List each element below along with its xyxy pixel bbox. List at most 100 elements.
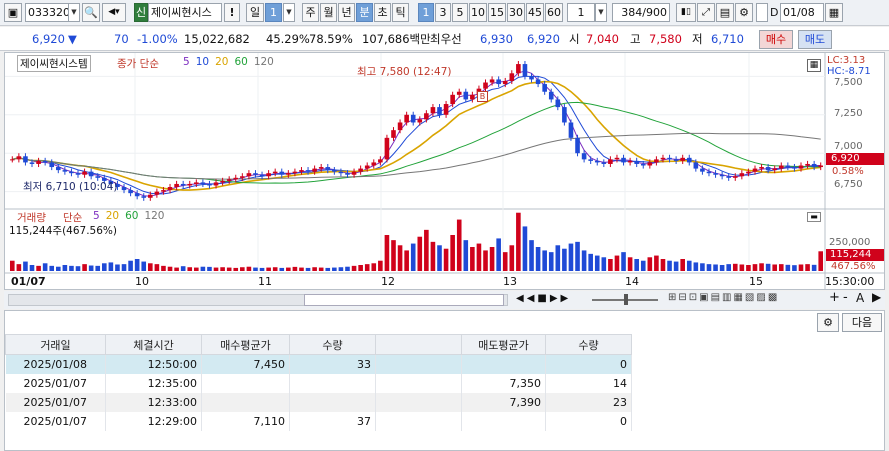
code-dropdown-icon[interactable]: ▼ bbox=[68, 3, 80, 22]
table-cell: 2025/01/07 bbox=[5, 373, 106, 393]
volume-bar bbox=[798, 264, 804, 271]
scroll-thumb[interactable] bbox=[304, 294, 504, 306]
col-header-1[interactable]: 체결시간 bbox=[105, 334, 202, 355]
table-cell: 0 bbox=[545, 411, 632, 431]
candle bbox=[456, 91, 462, 95]
count-dropdown-icon[interactable]: ▼ bbox=[595, 3, 607, 22]
period-button-5[interactable]: 틱 bbox=[392, 3, 409, 22]
window-icon[interactable]: ▣ bbox=[4, 3, 22, 22]
candle bbox=[417, 119, 423, 123]
candle bbox=[55, 167, 61, 171]
volume-bar bbox=[108, 262, 114, 271]
candle bbox=[82, 171, 87, 175]
period-button-1[interactable]: 월 bbox=[320, 3, 337, 22]
candle bbox=[240, 176, 245, 178]
table-row[interactable]: 2025/01/07 12:33:00 7,390 23 bbox=[5, 392, 632, 412]
sound-icon[interactable]: ◀▾ bbox=[102, 3, 126, 22]
low-annotation: 최저 6,710 (10:04) bbox=[23, 181, 118, 193]
interval-button-1[interactable]: 3 bbox=[435, 3, 451, 22]
stock-code-input[interactable]: 033320 bbox=[25, 3, 69, 22]
table-view-icon[interactable]: ▦ bbox=[807, 59, 821, 72]
candle bbox=[542, 84, 547, 92]
trend-icon[interactable]: ⤢ bbox=[697, 3, 715, 22]
period-day[interactable]: 일 bbox=[246, 3, 264, 22]
interval-button-4[interactable]: 15 bbox=[488, 3, 506, 22]
period-value[interactable]: 1 bbox=[265, 3, 282, 22]
gear-icon[interactable]: ⚙ bbox=[735, 3, 753, 22]
volume-bar bbox=[713, 264, 718, 271]
col-header-6[interactable]: 수량 bbox=[545, 334, 632, 355]
scroll-right-icon[interactable]: ▶ bbox=[872, 290, 881, 304]
volume-bar bbox=[634, 259, 639, 271]
period-button-0[interactable]: 주 bbox=[302, 3, 319, 22]
table-row[interactable]: 2025/01/07 12:29:00 7,110 37 0 bbox=[5, 411, 632, 431]
col-header-5[interactable]: 매도평균가 bbox=[461, 334, 546, 355]
candle-icon[interactable]: ▮▯ bbox=[676, 3, 696, 22]
calendar-icon[interactable]: ▦ bbox=[825, 3, 843, 22]
save-icon[interactable]: ▤ bbox=[716, 3, 734, 22]
candle bbox=[312, 168, 317, 172]
volume-bar bbox=[259, 267, 265, 271]
col-header-2[interactable]: 매수평균가 bbox=[201, 334, 290, 355]
volume-bar bbox=[732, 263, 738, 271]
best-ask: 6,930 bbox=[480, 32, 513, 46]
next-button[interactable]: 다음 bbox=[842, 313, 882, 332]
period-button-2[interactable]: 년 bbox=[338, 3, 355, 22]
drawing-tools[interactable]: ⊞⊟⊡▣▤▥▦▧▨▩ bbox=[668, 292, 779, 303]
interval-button-6[interactable]: 45 bbox=[526, 3, 544, 22]
col-header-3[interactable]: 수량 bbox=[289, 334, 376, 355]
period-button-4[interactable]: 초 bbox=[374, 3, 391, 22]
panel-settings-icon[interactable]: ⚙ bbox=[817, 313, 839, 332]
volume-bar bbox=[272, 267, 278, 271]
search-icon[interactable]: 🔍 bbox=[82, 3, 100, 22]
volume-bar bbox=[95, 265, 101, 271]
volume-bar bbox=[424, 229, 429, 271]
volume-bar bbox=[489, 247, 495, 271]
sell-button[interactable]: 매도 bbox=[798, 30, 832, 49]
zoom-out-button[interactable]: - bbox=[843, 290, 848, 305]
price-tick-1: 7,250 bbox=[834, 108, 863, 119]
date-checkbox[interactable] bbox=[756, 3, 768, 22]
candle bbox=[673, 159, 679, 161]
volume-bar bbox=[49, 265, 55, 271]
hc-value: HC:-8.71 bbox=[827, 66, 871, 77]
interval-button-2[interactable]: 5 bbox=[452, 3, 468, 22]
buy-button[interactable]: 매수 bbox=[759, 30, 793, 49]
table-row[interactable]: 2025/01/07 12:35:00 7,350 14 bbox=[5, 373, 632, 393]
price-chart[interactable] bbox=[5, 53, 884, 289]
date-input[interactable]: 01/08 bbox=[780, 3, 824, 22]
candle bbox=[772, 168, 778, 171]
count-input[interactable]: 1 bbox=[567, 3, 595, 22]
play-controls[interactable]: ◀◀■▶▶ bbox=[516, 293, 571, 304]
period-dropdown-icon[interactable]: ▼ bbox=[283, 3, 295, 22]
col-header-0[interactable]: 거래일 bbox=[5, 334, 106, 355]
table-cell bbox=[201, 373, 290, 393]
credit-badge: 신 bbox=[134, 3, 148, 22]
candle bbox=[818, 165, 824, 168]
lock-button[interactable]: A bbox=[856, 291, 864, 305]
warning-button[interactable]: ! bbox=[224, 3, 240, 22]
candle bbox=[325, 167, 331, 171]
volume-bar bbox=[437, 245, 442, 271]
volume-bar bbox=[102, 263, 107, 271]
speed-handle[interactable] bbox=[624, 294, 628, 305]
candle bbox=[391, 130, 396, 138]
interval-button-3[interactable]: 10 bbox=[469, 3, 487, 22]
toolbar: ▣ 033320 ▼ 🔍 ◀▾ 신 제이씨현시스 ! 일 1 ▼ 주월년분초틱 … bbox=[0, 0, 889, 26]
volume-bar bbox=[187, 267, 193, 271]
chart-area[interactable]: 제이씨현시스템 종가 단순 5 10 20 60 120 최고 7,580 (12:47… bbox=[4, 52, 885, 290]
table-row[interactable]: 2025/01/08 12:50:00 7,450 33 0 bbox=[5, 354, 632, 374]
panel-close-icon[interactable]: ▬ bbox=[807, 212, 821, 222]
x-label-4: 13 bbox=[503, 275, 517, 288]
table-cell: 0 bbox=[545, 354, 632, 374]
interval-button-5[interactable]: 30 bbox=[507, 3, 525, 22]
col-header-4[interactable] bbox=[375, 334, 462, 355]
period-button-3[interactable]: 분 bbox=[356, 3, 373, 22]
volume-bar bbox=[62, 265, 68, 271]
interval-button-0[interactable]: 1 bbox=[418, 3, 434, 22]
interval-button-7[interactable]: 60 bbox=[545, 3, 563, 22]
zoom-in-button[interactable]: + bbox=[829, 290, 840, 305]
volume-bar bbox=[778, 264, 784, 271]
volume-bar bbox=[548, 252, 554, 271]
volume-bar bbox=[351, 265, 357, 271]
